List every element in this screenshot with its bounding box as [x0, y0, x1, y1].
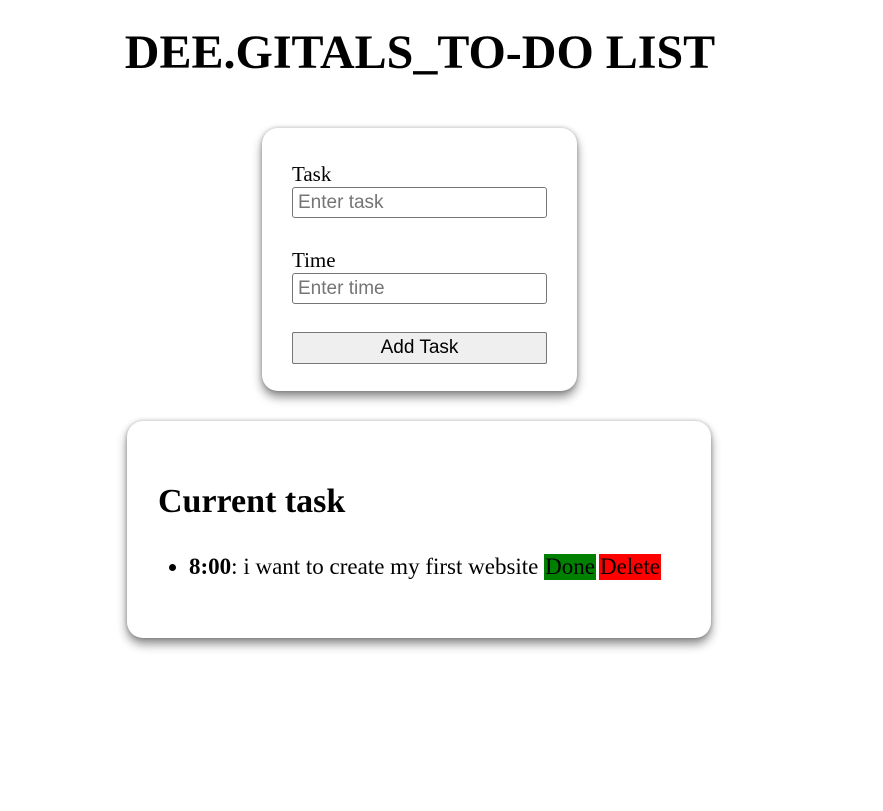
- add-task-button[interactable]: Add Task: [292, 332, 547, 364]
- task-separator: :: [231, 554, 238, 579]
- task-item: 8:00: i want to create my first website …: [189, 553, 680, 580]
- current-tasks-heading: Current task: [158, 483, 346, 520]
- task-label: Task: [292, 162, 332, 186]
- time-label: Time: [292, 248, 336, 272]
- done-button[interactable]: Done: [544, 554, 596, 580]
- task-list: 8:00: i want to create my first website …: [158, 553, 680, 580]
- task-text: i want to create my first website: [243, 554, 539, 579]
- task-time: 8:00: [189, 554, 232, 579]
- current-tasks-card: Current task 8:00: i want to create my f…: [127, 421, 711, 638]
- time-input[interactable]: [292, 273, 547, 304]
- task-form-card: Task Time Add Task: [262, 128, 577, 391]
- delete-button[interactable]: Delete: [598, 554, 661, 580]
- task-input[interactable]: [292, 187, 547, 218]
- page-title: DEE.GITALS_TO-DO LIST: [124, 26, 716, 79]
